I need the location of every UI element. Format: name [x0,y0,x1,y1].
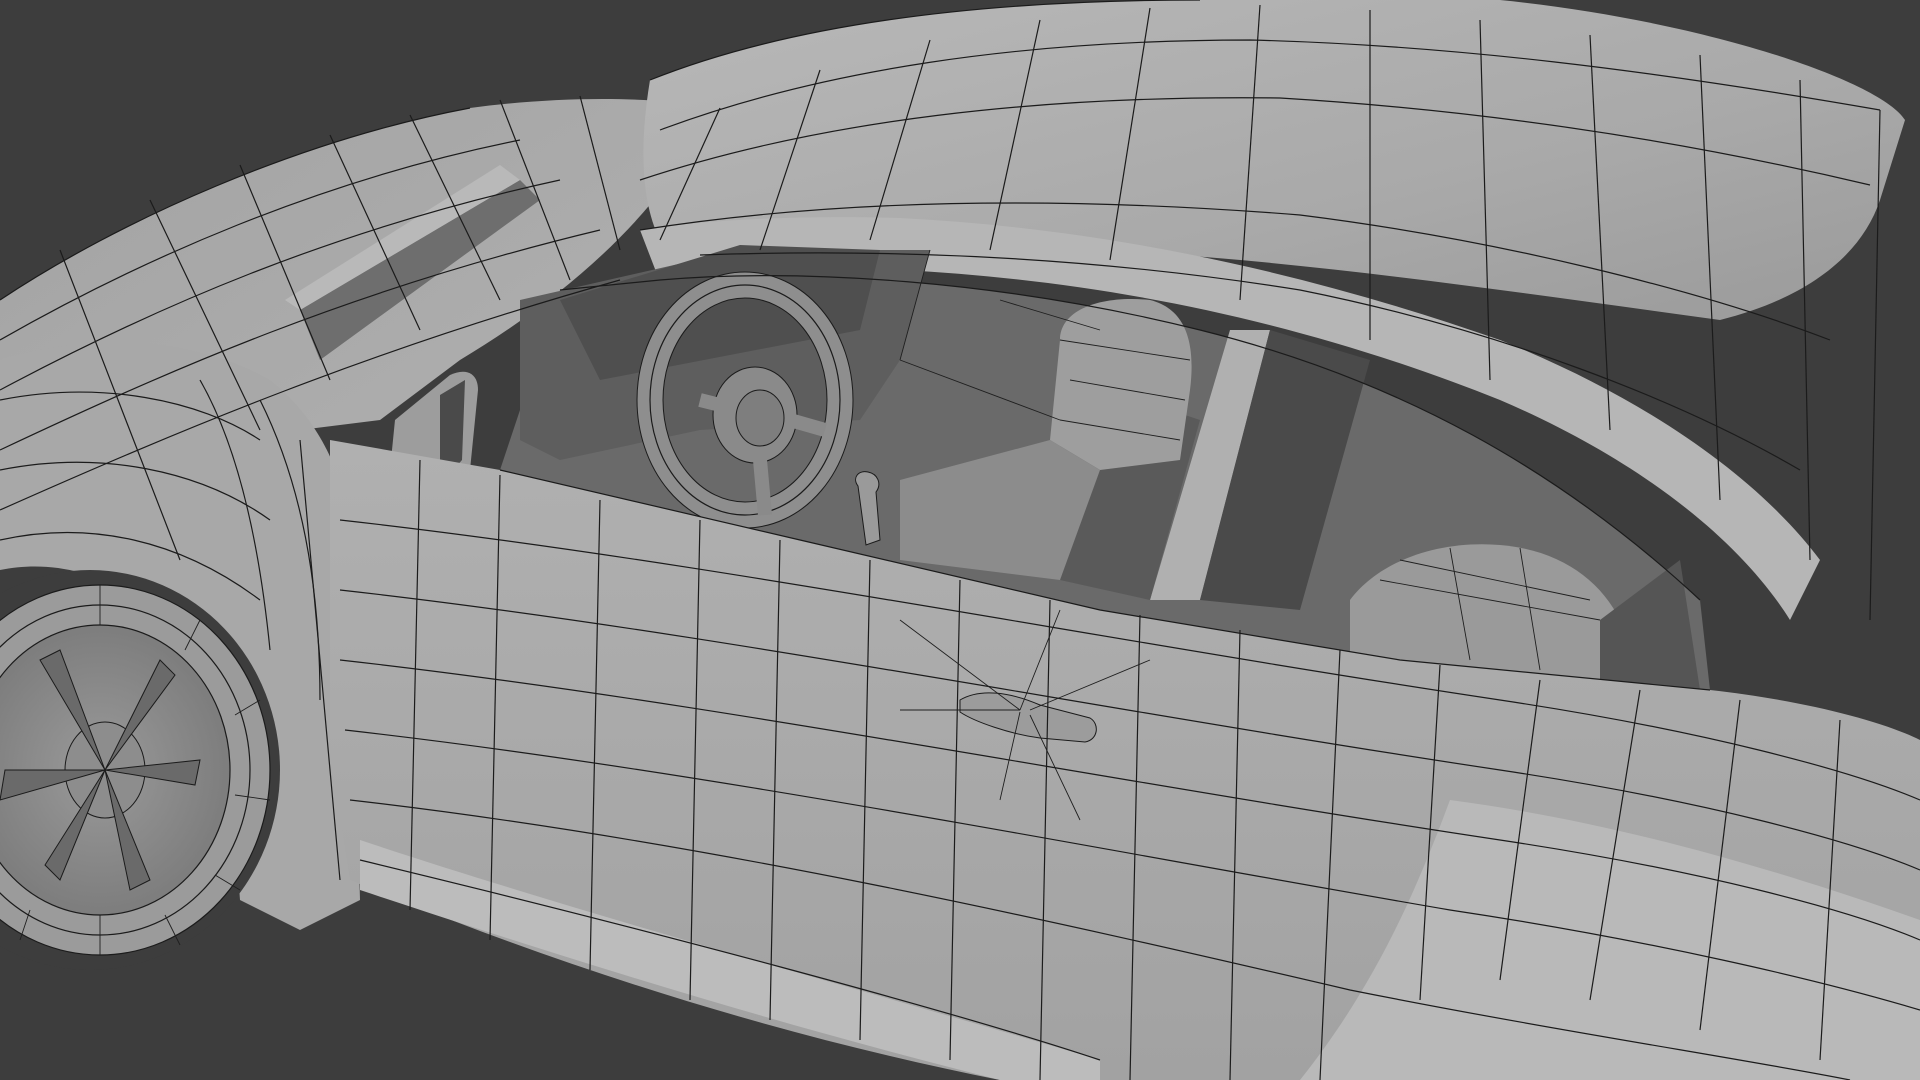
car-mesh-render[interactable] [0,0,1920,1080]
3d-viewport[interactable] [0,0,1920,1080]
front-seat-headrest [1050,299,1192,470]
